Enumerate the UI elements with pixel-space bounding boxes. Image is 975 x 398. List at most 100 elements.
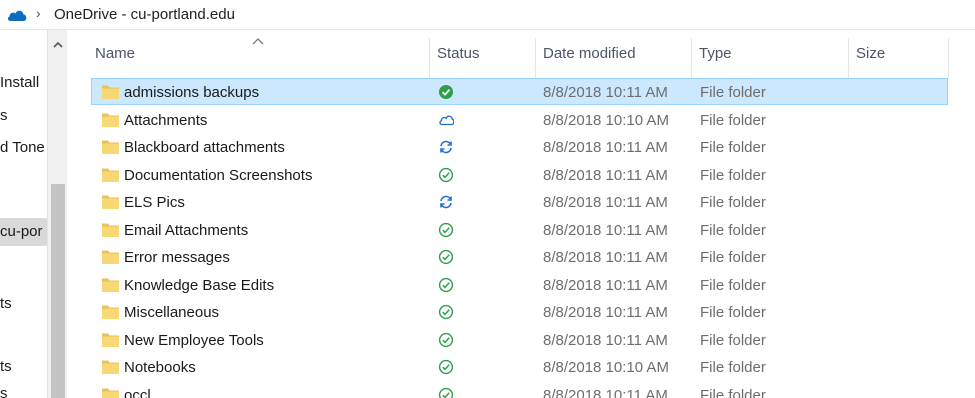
date-modified: 8/8/2018 10:11 AM bbox=[543, 331, 668, 349]
folder-icon bbox=[102, 85, 119, 99]
file-type: File folder bbox=[700, 139, 766, 156]
file-type: File folder bbox=[700, 111, 766, 129]
file-type: File folder bbox=[700, 386, 766, 398]
file-row[interactable]: Blackboard attachments 8/8/2018 10:11 AM… bbox=[91, 133, 948, 160]
nav-item[interactable]: ts bbox=[0, 358, 12, 375]
date-modified: 8/8/2018 10:11 AM bbox=[543, 194, 668, 211]
available-check-icon bbox=[438, 249, 454, 265]
file-type: File folder bbox=[700, 194, 766, 211]
file-name: occl bbox=[124, 386, 151, 398]
file-name: Attachments bbox=[124, 111, 208, 129]
nav-item[interactable]: s bbox=[0, 385, 8, 398]
nav-item[interactable]: ts bbox=[0, 295, 12, 312]
sync-pending-icon bbox=[440, 140, 452, 154]
file-type: File folder bbox=[700, 221, 766, 239]
date-modified: 8/8/2018 10:11 AM bbox=[543, 386, 668, 398]
folder-icon bbox=[102, 140, 119, 154]
file-row[interactable]: Attachments 8/8/2018 10:10 AM File folde… bbox=[91, 106, 948, 133]
folder-icon bbox=[102, 113, 119, 127]
file-name: Documentation Screenshots bbox=[124, 166, 313, 184]
file-row[interactable]: Notebooks 8/8/2018 10:10 AM File folder bbox=[91, 353, 948, 380]
nav-item-onedrive[interactable]: cu-por bbox=[0, 218, 47, 246]
available-check-icon bbox=[438, 387, 454, 398]
date-modified: 8/8/2018 10:10 AM bbox=[543, 111, 669, 129]
available-check-icon bbox=[438, 277, 454, 292]
file-name: Blackboard attachments bbox=[124, 139, 285, 156]
file-row[interactable]: admissions backups 8/8/2018 10:11 AM Fil… bbox=[91, 78, 948, 105]
folder-icon bbox=[102, 168, 119, 182]
column-divider[interactable] bbox=[948, 38, 949, 78]
available-check-icon bbox=[438, 332, 454, 347]
folder-icon bbox=[102, 305, 119, 319]
date-modified: 8/8/2018 10:11 AM bbox=[543, 276, 668, 294]
file-row[interactable]: Email Attachments 8/8/2018 10:11 AM File… bbox=[91, 216, 948, 243]
breadcrumb-location[interactable]: OneDrive - cu-portland.edu bbox=[54, 6, 235, 23]
file-name: Error messages bbox=[124, 249, 230, 266]
date-modified: 8/8/2018 10:11 AM bbox=[543, 139, 668, 156]
file-row[interactable]: Miscellaneous 8/8/2018 10:11 AM File fol… bbox=[91, 298, 948, 325]
file-name: New Employee Tools bbox=[124, 331, 264, 349]
available-check-icon bbox=[438, 167, 454, 182]
date-modified: 8/8/2018 10:11 AM bbox=[543, 249, 668, 266]
file-type: File folder bbox=[700, 249, 766, 266]
nav-item-label: ts bbox=[0, 295, 12, 312]
scrollbar-thumb[interactable] bbox=[51, 184, 65, 398]
folder-icon bbox=[102, 250, 119, 264]
file-type: File folder bbox=[700, 331, 766, 349]
nav-item[interactable]: s bbox=[0, 107, 8, 124]
file-type: File folder bbox=[700, 84, 766, 101]
file-name: ELS Pics bbox=[124, 194, 185, 211]
chevron-right-icon: › bbox=[36, 5, 41, 21]
folder-icon bbox=[102, 360, 119, 374]
available-check-icon bbox=[438, 222, 454, 237]
nav-item[interactable]: d Tone bbox=[0, 139, 45, 156]
folder-icon bbox=[102, 223, 119, 237]
date-modified: 8/8/2018 10:11 AM bbox=[543, 304, 668, 321]
date-modified: 8/8/2018 10:10 AM bbox=[543, 359, 669, 376]
available-check-filled-icon bbox=[439, 85, 453, 99]
date-modified: 8/8/2018 10:11 AM bbox=[543, 166, 668, 184]
nav-item-label: d Tone bbox=[0, 139, 45, 156]
file-type: File folder bbox=[700, 166, 766, 184]
file-name: admissions backups bbox=[124, 84, 260, 101]
column-header-row: Name Status Date modified Type Size bbox=[67, 30, 975, 78]
folder-icon bbox=[102, 195, 119, 209]
cloud-only-icon bbox=[439, 115, 454, 125]
nav-item-label: s bbox=[0, 385, 8, 398]
nav-item-label: Install bbox=[0, 74, 40, 91]
scroll-up-arrow-icon[interactable] bbox=[48, 38, 68, 54]
file-row[interactable]: ELS Pics 8/8/2018 10:11 AM File folder bbox=[91, 188, 948, 215]
nav-item-label: ts bbox=[0, 358, 12, 375]
file-name: Miscellaneous bbox=[124, 304, 220, 321]
file-row[interactable]: Documentation Screenshots 8/8/2018 10:11… bbox=[91, 161, 948, 188]
nav-item[interactable]: Install bbox=[0, 74, 39, 91]
file-row[interactable]: occl 8/8/2018 10:11 AM File folder bbox=[91, 381, 948, 398]
file-row[interactable]: New Employee Tools 8/8/2018 10:11 AM Fil… bbox=[91, 326, 948, 353]
file-name: Knowledge Base Edits bbox=[124, 276, 275, 294]
column-header-type[interactable]: Type bbox=[691, 30, 848, 78]
folder-icon bbox=[102, 388, 119, 398]
sync-pending-icon bbox=[440, 195, 452, 209]
navigation-pane: Install s d Tone cu-por ts ts s bbox=[0, 30, 47, 398]
file-type: File folder bbox=[700, 304, 766, 321]
nav-item-label: cu-por bbox=[0, 223, 43, 240]
column-header-date-modified[interactable]: Date modified bbox=[535, 30, 691, 78]
folder-icon bbox=[102, 278, 119, 292]
file-row[interactable]: Error messages 8/8/2018 10:11 AM File fo… bbox=[91, 243, 948, 270]
date-modified: 8/8/2018 10:11 AM bbox=[543, 84, 668, 101]
column-header-status[interactable]: Status bbox=[429, 30, 535, 78]
nav-item-label: s bbox=[0, 107, 8, 124]
nav-scrollbar[interactable] bbox=[47, 30, 67, 398]
available-check-icon bbox=[438, 304, 454, 320]
file-type: File folder bbox=[700, 359, 766, 376]
column-header-size[interactable]: Size bbox=[848, 30, 948, 78]
column-header-name[interactable]: Name bbox=[87, 30, 429, 78]
folder-icon bbox=[102, 333, 119, 347]
address-bar[interactable]: › OneDrive - cu-portland.edu bbox=[0, 0, 975, 30]
available-check-icon bbox=[438, 359, 454, 375]
onedrive-cloud-icon bbox=[7, 10, 27, 21]
file-name: Notebooks bbox=[124, 359, 196, 376]
file-type: File folder bbox=[700, 276, 766, 294]
file-name: Email Attachments bbox=[124, 221, 249, 239]
file-row[interactable]: Knowledge Base Edits 8/8/2018 10:11 AM F… bbox=[91, 271, 948, 298]
